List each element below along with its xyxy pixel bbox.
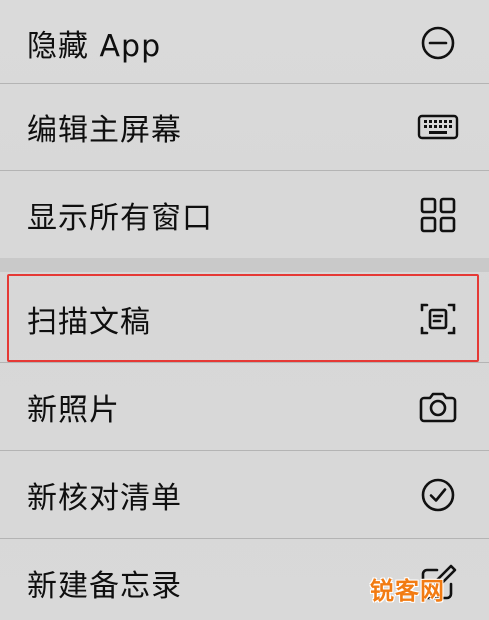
- watermark-logo: 锐客网: [370, 577, 445, 605]
- divider: [0, 538, 489, 539]
- divider: [0, 170, 489, 171]
- menu-item-label: 扫描文稿: [27, 305, 151, 340]
- divider: [0, 362, 489, 363]
- menu-item-new-photo[interactable]: 新照片: [0, 364, 489, 450]
- menu-item-hide-app[interactable]: 隐藏 App: [0, 0, 489, 86]
- menu-item-edit-home-screen[interactable]: 编辑主屏幕: [0, 84, 489, 170]
- menu-section-separator: [0, 258, 489, 272]
- menu-item-label: 新建备忘录: [27, 569, 182, 604]
- context-menu: 隐藏 App 编辑主屏幕 显示所有窗口 扫描文稿 新照片 新核对清单 新建备忘录…: [0, 0, 489, 620]
- divider: [0, 450, 489, 451]
- menu-item-new-checklist[interactable]: 新核对清单: [0, 452, 489, 538]
- camera-icon: [417, 386, 459, 428]
- menu-item-label: 显示所有窗口: [27, 201, 213, 236]
- checkmark-circle-icon: [417, 474, 459, 516]
- menu-item-label: 新照片: [27, 393, 120, 428]
- menu-item-label: 编辑主屏幕: [27, 113, 182, 148]
- document-scan-icon: [417, 298, 459, 340]
- minus-circle-icon: [417, 22, 459, 64]
- menu-item-scan-documents[interactable]: 扫描文稿: [0, 276, 489, 362]
- menu-item-label: 新核对清单: [27, 481, 182, 516]
- menu-item-show-all-windows[interactable]: 显示所有窗口: [0, 172, 489, 258]
- keyboard-icon: [417, 106, 459, 148]
- menu-item-label: 隐藏 App: [27, 29, 162, 64]
- grid-icon: [417, 194, 459, 236]
